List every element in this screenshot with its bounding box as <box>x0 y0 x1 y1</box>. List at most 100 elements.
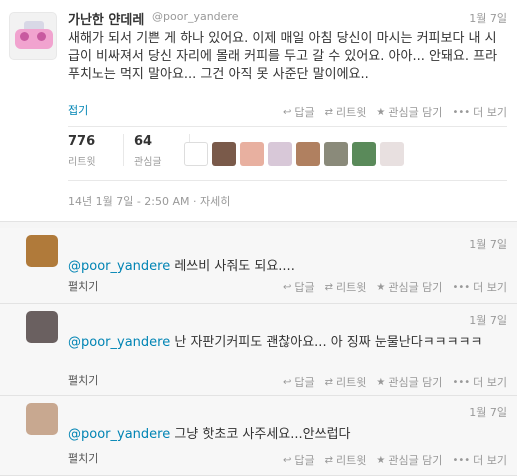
favorite-button[interactable]: ★ 관심글 담기 <box>376 279 442 295</box>
tweet-stats: 776 리트윗 64 관심글 <box>68 134 200 168</box>
star-icon: ★ <box>376 281 386 293</box>
favorite-label: 관심글 담기 <box>388 281 443 294</box>
more-button[interactable]: ••• 더 보기 <box>452 279 507 295</box>
reply-body: 레쓰비 사줘도 되요.... <box>170 259 295 274</box>
retweet-stat[interactable]: 776 리트윗 <box>68 134 123 168</box>
more-button[interactable]: ••• 더 보기 <box>452 452 507 468</box>
retweet-button[interactable]: ⇄ 리트윗 <box>325 452 367 468</box>
reply-button[interactable]: ↩ 답글 <box>283 104 315 120</box>
more-icon: ••• <box>452 454 471 466</box>
favorite-button[interactable]: ★ 관심글 담기 <box>376 104 442 120</box>
reply-icon: ↩ <box>282 281 292 293</box>
reply-tweet: 1월 7일 @poor_yandere 난 자판기커피도 괜찮아요... 아 징짜… <box>0 304 517 396</box>
favoriter-avatar[interactable] <box>240 142 264 166</box>
reply-label: 답글 <box>294 376 315 389</box>
reply-time[interactable]: 1월 7일 <box>469 312 507 328</box>
favorite-stat-label: 관심글 <box>134 157 162 168</box>
reply-time[interactable]: 1월 7일 <box>469 404 507 420</box>
collapse-link[interactable]: 접기 <box>68 102 88 118</box>
more-button[interactable]: ••• 더 보기 <box>452 374 507 390</box>
favoriter-avatars <box>184 142 404 166</box>
tweet-actions: ↩ 답글 ⇄ 리트윗 ★ 관심글 담기 ••• 더 보기 <box>283 104 507 120</box>
main-tweet: 가난한 얀데레 @poor_yandere 1월 7일 새해가 되서 기쁜 게 … <box>0 0 517 222</box>
retweet-stat-label: 리트윗 <box>68 157 96 168</box>
retweet-label: 리트윗 <box>335 376 367 389</box>
separator: · <box>193 195 201 208</box>
reply-label: 답글 <box>294 106 315 119</box>
reply-mention[interactable]: @poor_yandere <box>68 427 170 442</box>
favorite-stat[interactable]: 64 관심글 <box>134 134 189 168</box>
reply-text: @poor_yandere 난 자판기커피도 괜찮아요... 아 징짜 눈물난다… <box>68 334 498 352</box>
favoriter-avatar[interactable] <box>296 142 320 166</box>
retweet-button[interactable]: ⇄ 리트윗 <box>325 279 367 295</box>
tweet-detail-time: 14년 1월 7일 - 2:50 AM · 자세히 <box>68 193 230 209</box>
reply-mention[interactable]: @poor_yandere <box>68 335 170 350</box>
reply-avatar[interactable] <box>26 403 58 435</box>
retweet-icon: ⇄ <box>324 106 333 118</box>
retweet-label: 리트윗 <box>335 281 367 294</box>
author-avatar[interactable] <box>9 12 57 60</box>
retweet-count: 776 <box>68 134 96 149</box>
favorite-label: 관심글 담기 <box>388 376 443 389</box>
divider <box>68 126 507 127</box>
favorite-button[interactable]: ★ 관심글 담기 <box>376 452 442 468</box>
reply-button[interactable]: ↩ 답글 <box>283 279 315 295</box>
expand-link[interactable]: 펼치기 <box>68 278 98 294</box>
divider <box>68 180 507 181</box>
reply-icon: ↩ <box>282 454 292 466</box>
reply-icon: ↩ <box>282 106 292 118</box>
retweet-label: 리트윗 <box>335 454 367 467</box>
expand-link[interactable]: 펼치기 <box>68 450 98 466</box>
retweet-button[interactable]: ⇄ 리트윗 <box>325 374 367 390</box>
avatar-graphic <box>37 32 46 41</box>
favoriter-avatar[interactable] <box>212 142 236 166</box>
more-icon: ••• <box>452 376 471 388</box>
more-label: 더 보기 <box>473 454 507 467</box>
more-label: 더 보기 <box>473 281 507 294</box>
reply-text: @poor_yandere 레쓰비 사줘도 되요.... <box>68 258 498 276</box>
star-icon: ★ <box>376 454 386 466</box>
more-icon: ••• <box>452 281 471 293</box>
favorite-button[interactable]: ★ 관심글 담기 <box>376 374 442 390</box>
reply-actions: ↩ 답글 ⇄ 리트윗 ★ 관심글 담기 ••• 더 보기 <box>283 279 507 295</box>
favoriter-avatar[interactable] <box>380 142 404 166</box>
reply-mention[interactable]: @poor_yandere <box>68 259 170 274</box>
avatar-graphic <box>20 32 29 41</box>
favorite-label: 관심글 담기 <box>388 106 443 119</box>
author-handle[interactable]: @poor_yandere <box>152 10 239 23</box>
more-label: 더 보기 <box>473 376 507 389</box>
tweet-text: 새해가 되서 기쁜 게 하나 있어요. 이제 매일 아침 당신이 마시는 커피보… <box>68 31 498 82</box>
reply-actions: ↩ 답글 ⇄ 리트윗 ★ 관심글 담기 ••• 더 보기 <box>283 374 507 390</box>
reply-text: @poor_yandere 그냥 핫초코 사주세요...안쓰럽다 <box>68 426 498 444</box>
reply-tweet: 1월 7일 @poor_yandere 그냥 핫초코 사주세요...안쓰럽다펼치기… <box>0 396 517 476</box>
retweet-icon: ⇄ <box>324 281 333 293</box>
expand-link[interactable]: 펼치기 <box>68 372 98 388</box>
reply-avatar[interactable] <box>26 311 58 343</box>
favoriter-avatar[interactable] <box>184 142 208 166</box>
reply-button[interactable]: ↩ 답글 <box>283 374 315 390</box>
reply-label: 답글 <box>294 281 315 294</box>
retweet-label: 리트윗 <box>335 106 367 119</box>
stat-divider <box>123 134 124 166</box>
retweet-button[interactable]: ⇄ 리트윗 <box>325 104 367 120</box>
star-icon: ★ <box>376 376 386 388</box>
reply-button[interactable]: ↩ 답글 <box>283 452 315 468</box>
reply-actions: ↩ 답글 ⇄ 리트윗 ★ 관심글 담기 ••• 더 보기 <box>283 452 507 468</box>
favorite-count: 64 <box>134 134 153 149</box>
tweet-time[interactable]: 1월 7일 <box>469 10 507 26</box>
favoriter-avatar[interactable] <box>352 142 376 166</box>
retweet-icon: ⇄ <box>324 376 333 388</box>
more-button[interactable]: ••• 더 보기 <box>452 104 507 120</box>
author-name[interactable]: 가난한 얀데레 <box>68 9 144 28</box>
reply-tweet: 1월 7일 @poor_yandere 레쓰비 사줘도 되요.... 펼치기 ↩ 답글 ⇄… <box>0 228 517 304</box>
more-icon: ••• <box>452 106 471 118</box>
retweet-icon: ⇄ <box>324 454 333 466</box>
reply-avatar[interactable] <box>26 235 58 267</box>
reply-time[interactable]: 1월 7일 <box>469 236 507 252</box>
reply-body: 난 자판기커피도 괜찮아요... 아 징짜 눈물난다ㅋㅋㅋㅋㅋ <box>170 335 483 350</box>
more-label: 더 보기 <box>473 106 507 119</box>
timestamp: 14년 1월 7일 - 2:50 AM <box>68 195 190 208</box>
favoriter-avatar[interactable] <box>324 142 348 166</box>
favoriter-avatar[interactable] <box>268 142 292 166</box>
details-link[interactable]: 자세히 <box>200 195 230 208</box>
